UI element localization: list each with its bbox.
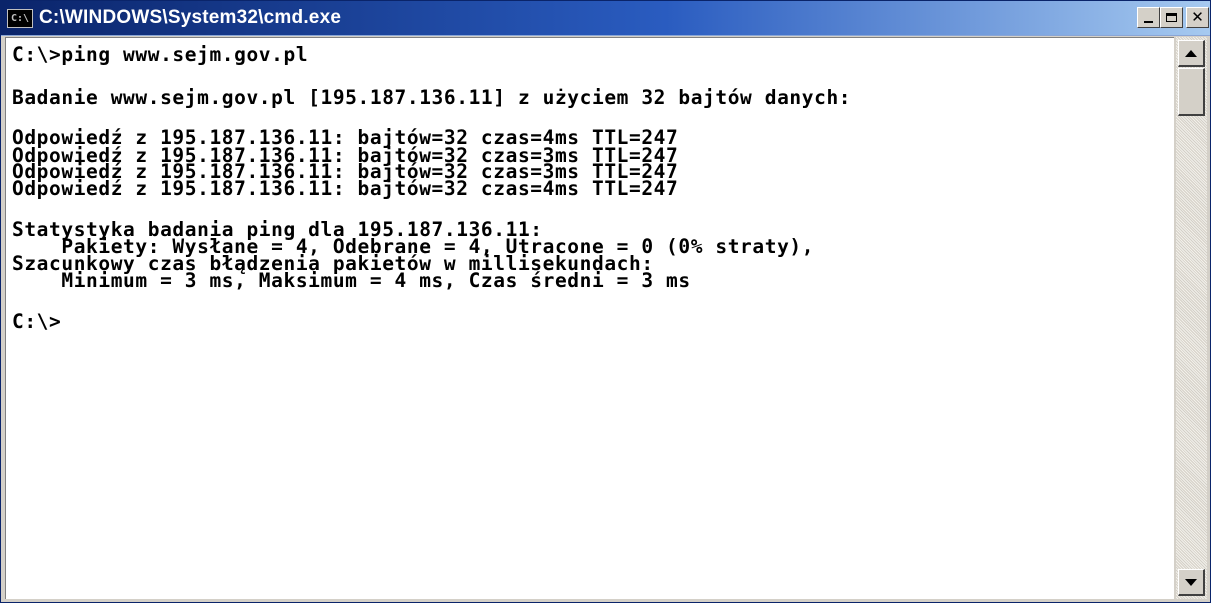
scroll-up-arrow-icon	[1185, 49, 1197, 57]
close-button[interactable]: ✕	[1186, 7, 1209, 28]
window-title: C:\WINDOWS\System32\cmd.exe	[39, 7, 342, 28]
cmd-window: C:\ C:\WINDOWS\System32\cmd.exe ✕ C:\>pi…	[0, 0, 1211, 603]
minimize-button[interactable]	[1137, 7, 1160, 28]
scroll-up-button[interactable]	[1178, 40, 1205, 67]
console-line: Odpowiedź z 195.187.136.11: bajtów=32 cz…	[12, 177, 679, 200]
vertical-scrollbar[interactable]	[1176, 37, 1207, 599]
console-output[interactable]: C:\>ping www.sejm.gov.pl Badanie www.sej…	[5, 37, 1174, 599]
console-line: Badanie www.sejm.gov.pl [195.187.136.11]…	[12, 86, 852, 109]
scroll-down-button[interactable]	[1178, 569, 1205, 596]
minimize-icon	[1144, 21, 1153, 23]
console-prompt: C:\>	[12, 310, 62, 333]
console-line: C:\>ping www.sejm.gov.pl	[12, 43, 309, 66]
scroll-thumb[interactable]	[1178, 68, 1205, 116]
scroll-down-arrow-icon	[1185, 578, 1197, 586]
title-bar[interactable]: C:\ C:\WINDOWS\System32\cmd.exe ✕	[1, 1, 1210, 36]
cmd-icon[interactable]: C:\	[7, 9, 33, 28]
close-icon: ✕	[1191, 8, 1204, 26]
console-line: Minimum = 3 ms, Maksimum = 4 ms, Czas śr…	[12, 269, 691, 292]
maximize-button[interactable]	[1160, 7, 1183, 28]
maximize-icon	[1166, 13, 1177, 22]
